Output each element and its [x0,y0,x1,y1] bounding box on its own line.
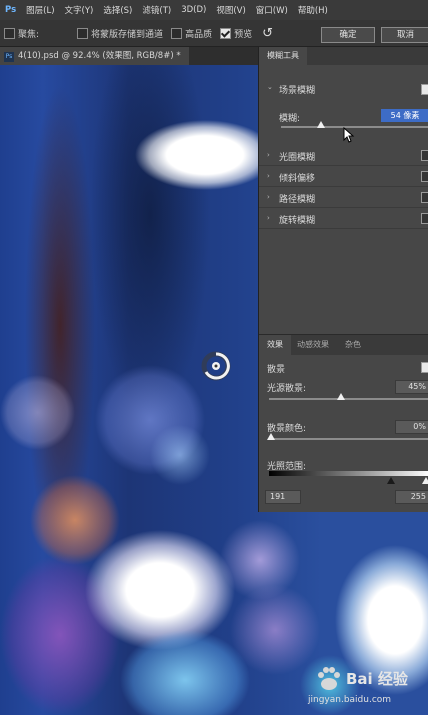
save-mask-checkbox[interactable] [77,27,89,39]
bokeh-label: 散景 [267,365,286,375]
path-blur-label: 路径模糊 [279,195,316,205]
ps-file-icon: Ps [4,52,14,62]
gather-checkbox[interactable] [4,27,15,39]
bokeh-light [120,630,250,715]
iris-blur-checkbox[interactable] [421,150,428,161]
field-blur-chevron-icon[interactable]: ⌄ [267,83,273,91]
path-blur-checkbox[interactable] [421,192,428,203]
bokeh-color-slider-track[interactable] [269,438,428,440]
high-quality-checkbox[interactable] [171,27,183,39]
light-range-gradient[interactable] [269,471,428,476]
preview-option[interactable]: 预览 [220,27,252,40]
light-range-low-field[interactable]: 191 [265,490,301,504]
panel-tab-bar: 模糊工具 [259,47,428,65]
iris-blur-chevron-icon: › [267,151,270,159]
tilt-shift-row[interactable]: › 倾斜偏移 [259,166,428,187]
cancel-button[interactable]: 取消 [381,27,428,43]
menu-ps-icon: Ps [5,5,17,15]
bokeh-checkbox[interactable] [421,362,428,373]
bokeh-light [85,530,235,650]
light-range-low-thumb[interactable] [387,477,395,484]
watermark: Bai 经验 jingyan.baidu.com [308,663,428,708]
iris-blur-row[interactable]: › 光圈模糊 [259,145,428,166]
spin-blur-chevron-icon: › [267,214,270,222]
watermark-brand: Bai 经验 [346,670,408,688]
gather-option[interactable]: 聚焦: [4,27,39,40]
field-blur-section: ⌄ 场景模糊 模糊: 54 像素 [259,79,428,144]
high-quality-label: 高品质 [185,29,213,40]
ok-button[interactable]: 确定 [321,27,375,43]
blur-slider-thumb[interactable] [316,121,325,128]
noise-tab[interactable]: 杂色 [337,335,369,355]
document-tab-label: 4(10).psd @ 92.4% (效果图, RGB/8#) * [18,51,181,61]
light-bokeh-slider-thumb[interactable] [337,393,345,400]
path-blur-row[interactable]: › 路径模糊 [259,187,428,208]
document-tab-bar: Ps 4(10).psd @ 92.4% (效果图, RGB/8#) * [0,47,258,65]
paw-logo-icon [318,667,340,690]
tilt-shift-label: 倾斜偏移 [279,174,316,184]
light-bokeh-field[interactable]: 45% [395,380,428,394]
bokeh-color-field[interactable]: 0% [395,420,428,434]
field-blur-checkbox[interactable] [421,84,428,95]
reset-pins-icon[interactable]: ↺ [262,26,273,41]
light-range-high-thumb[interactable] [422,477,428,484]
save-mask-label: 将蒙版存储到通道 [91,29,164,40]
iris-blur-label: 光圈模糊 [279,153,316,163]
save-mask-option[interactable]: 将蒙版存储到通道 [77,27,163,40]
menu-type[interactable]: 文字(Y) [60,4,99,16]
watermark-url: jingyan.baidu.com [308,695,392,705]
effects-tab-bar: 效果 动感效果 杂色 [259,334,428,355]
menu-layer[interactable]: 图层(L) [21,4,59,16]
blur-tools-tab[interactable]: 模糊工具 [259,47,307,65]
blur-label: 模糊: [279,114,301,124]
bokeh-light [150,425,210,485]
path-blur-chevron-icon: › [267,193,270,201]
gather-label: 聚焦: [18,29,40,40]
preview-label: 预览 [234,29,253,40]
high-quality-option[interactable]: 高品质 [171,27,212,40]
light-bokeh-label: 光源散景: [267,384,307,394]
spin-blur-label: 旋转模糊 [279,216,316,226]
spin-blur-checkbox[interactable] [421,213,428,224]
field-blur-label: 场景模糊 [279,86,316,96]
motion-effects-tab[interactable]: 动感效果 [289,335,337,355]
blur-ring-icon [201,351,231,381]
panel-empty-area [259,229,428,333]
bokeh-light [230,585,320,675]
blur-panel: 模糊工具 ⌄ 场景模糊 模糊: 54 像素 › 光圈模糊 › 倾斜偏移 › 路径… [258,47,428,512]
menu-3d[interactable]: 3D(D) [176,5,211,15]
blur-pin[interactable] [201,351,231,381]
preview-checkbox[interactable] [220,27,232,39]
menu-window[interactable]: 窗口(W) [251,4,293,16]
light-bokeh-slider-track[interactable] [269,398,428,400]
tilt-shift-chevron-icon: › [267,172,270,180]
bokeh-color-slider-thumb[interactable] [267,433,275,440]
bokeh-light [0,375,75,450]
light-range-high-field[interactable]: 255 [395,490,428,504]
menu-filter[interactable]: 滤镜(T) [137,4,176,16]
menu-bar: Ps 图层(L) 文字(Y) 选择(S) 滤镜(T) 3D(D) 视图(V) 窗… [0,0,428,20]
tilt-shift-checkbox[interactable] [421,171,428,182]
menu-view[interactable]: 视图(V) [211,4,250,16]
bokeh-light [135,120,275,190]
blur-value-field[interactable]: 54 像素 [381,109,428,122]
effects-tab[interactable]: 效果 [259,335,291,355]
mouse-cursor-icon [343,127,355,143]
spin-blur-row[interactable]: › 旋转模糊 [259,208,428,229]
document-tab[interactable]: Ps 4(10).psd @ 92.4% (效果图, RGB/8#) * [0,47,189,65]
menu-help[interactable]: 帮助(H) [293,4,333,16]
menu-select[interactable]: 选择(S) [98,4,137,16]
